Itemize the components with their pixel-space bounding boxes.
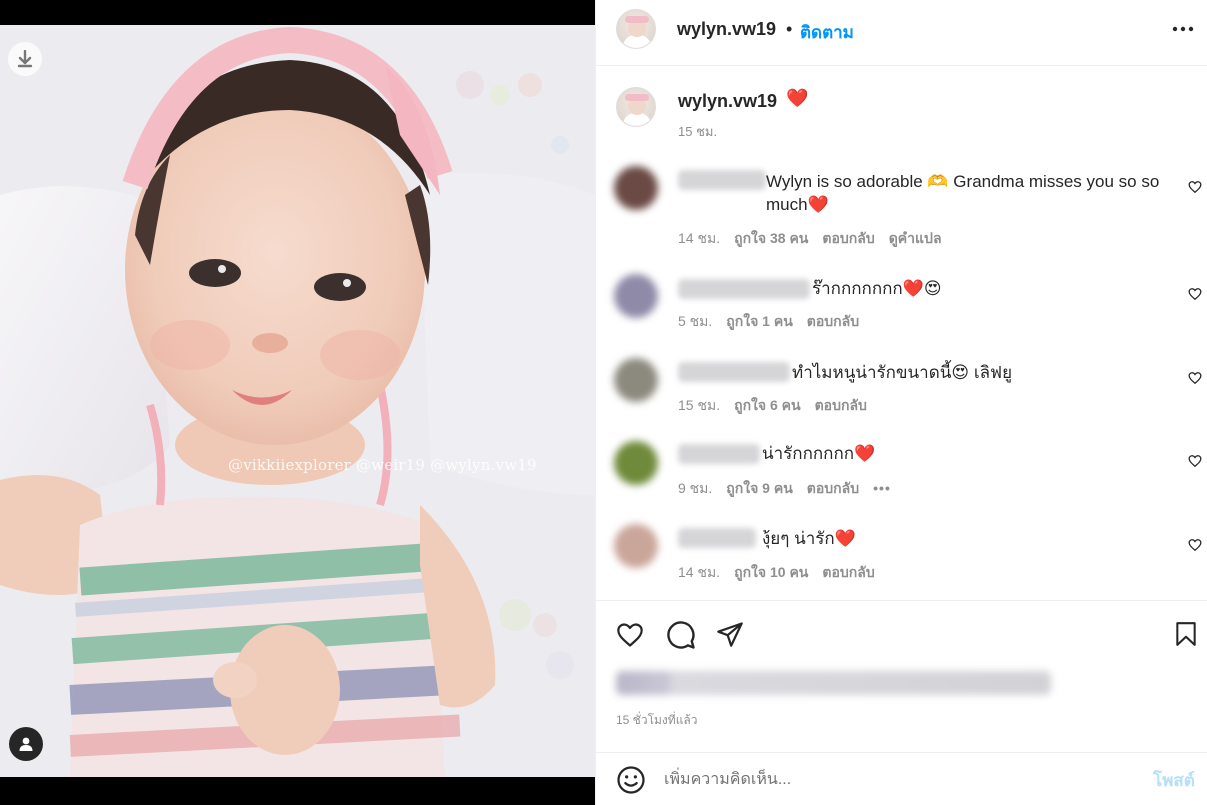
reply-button[interactable]: ตอบกลับ	[815, 397, 867, 413]
comment-like-heart-icon[interactable]	[1188, 538, 1202, 552]
comment-meta: 9 ชม. ถูกใจ 9 คน ตอบกลับ •••	[678, 478, 905, 500]
separator-dot: •	[786, 19, 793, 39]
comment-likes[interactable]: ถูกใจ 1 คน	[726, 313, 793, 329]
likes-summary-redacted[interactable]	[616, 671, 1051, 695]
comment-username-redacted[interactable]	[678, 444, 760, 464]
comment-username-redacted[interactable]	[678, 362, 790, 382]
comment-like-heart-icon[interactable]	[1188, 371, 1202, 385]
heart-icon[interactable]	[615, 621, 645, 649]
tagged-users-button[interactable]	[9, 727, 43, 761]
comment-meta: 15 ชม. ถูกใจ 6 คน ตอบกลับ	[678, 395, 881, 417]
comment-avatar[interactable]	[614, 524, 658, 568]
reply-button[interactable]: ตอบกลับ	[822, 230, 874, 246]
caption-author-avatar[interactable]	[616, 87, 656, 127]
comment-like-heart-icon[interactable]	[1188, 454, 1202, 468]
comment-likes[interactable]: ถูกใจ 6 คน	[734, 397, 801, 413]
comment-time: 14 ชม.	[678, 230, 721, 246]
comment-more-options[interactable]: •••	[873, 480, 891, 496]
comment-username-redacted[interactable]	[678, 170, 766, 190]
post-actions: 15 ชั่วโมงที่แล้ว	[596, 600, 1207, 750]
photo-watermark: @vikkiiexplorer @weir19 @wylyn.vw19	[228, 456, 537, 474]
comment-likes[interactable]: ถูกใจ 38 คน	[734, 230, 808, 246]
share-icon[interactable]	[716, 620, 744, 648]
translate-button[interactable]: ดูคำแปล	[889, 230, 942, 246]
emoji-icon[interactable]	[616, 765, 646, 795]
comment-meta: 5 ชม. ถูกใจ 1 คน ตอบกลับ	[678, 311, 873, 333]
comment-username-redacted[interactable]	[678, 279, 810, 299]
download-button[interactable]	[8, 42, 42, 76]
post-comment-button[interactable]: โพสต์	[1153, 767, 1195, 794]
comment-likes[interactable]: ถูกใจ 10 คน	[734, 564, 808, 580]
post-side-panel: wylyn.vw19 • ติดตาม wylyn.vw19 ❤️ 15 ชม.…	[595, 0, 1207, 805]
comment-likes[interactable]: ถูกใจ 9 คน	[726, 480, 793, 496]
comment-meta: 14 ชม. ถูกใจ 38 คน ตอบกลับ ดูคำแปล	[678, 228, 956, 250]
author-username[interactable]: wylyn.vw19	[677, 19, 776, 40]
bookmark-icon[interactable]	[1173, 620, 1199, 648]
comment-avatar[interactable]	[614, 166, 658, 210]
comment-like-heart-icon[interactable]	[1188, 287, 1202, 301]
comment-time: 5 ชม.	[678, 313, 713, 329]
user-tag-icon	[19, 737, 33, 751]
comment-input[interactable]	[664, 766, 1134, 794]
comment-avatar[interactable]	[614, 358, 658, 402]
comment-text: งุ้ยๆ น่ารัก❤️	[762, 529, 856, 548]
reply-button[interactable]: ตอบกลับ	[807, 313, 859, 329]
post-header: wylyn.vw19 • ติดตาม	[596, 0, 1207, 66]
follow-button[interactable]: ติดตาม	[800, 19, 854, 46]
download-icon	[17, 50, 33, 68]
comment-username-redacted[interactable]	[678, 528, 756, 548]
comment-time: 14 ชม.	[678, 564, 721, 580]
comment-avatar[interactable]	[614, 274, 658, 318]
post-media: @vikkiiexplorer @weir19 @wylyn.vw19	[0, 0, 595, 805]
reply-button[interactable]: ตอบกลับ	[807, 480, 859, 496]
comments-list[interactable]: wylyn.vw19 ❤️ 15 ชม. Wylyn is so adorabl…	[596, 66, 1207, 600]
post-photo[interactable]: @vikkiiexplorer @weir19 @wylyn.vw19	[0, 25, 595, 777]
comment-text: Wylyn is so adorable 🫶 Grandma misses yo…	[766, 172, 1160, 214]
caption-time: 15 ชม.	[678, 124, 718, 139]
caption-emoji: ❤️	[786, 88, 809, 108]
comment-time: 9 ชม.	[678, 480, 713, 496]
comment-text: น่ารักกกกกก❤️	[762, 444, 876, 463]
comment-meta: 14 ชม. ถูกใจ 10 คน ตอบกลับ	[678, 562, 889, 584]
comment-composer: โพสต์	[596, 752, 1207, 805]
comment-like-heart-icon[interactable]	[1188, 180, 1202, 194]
comment-text: ทำไมหนูน่ารักขนาดนี้😍 เลิฟยู	[792, 363, 1013, 382]
comment-time: 15 ชม.	[678, 397, 721, 413]
caption-username[interactable]: wylyn.vw19	[678, 91, 777, 112]
post-timestamp: 15 ชั่วโมงที่แล้ว	[616, 713, 698, 727]
author-avatar[interactable]	[616, 9, 656, 49]
comment-avatar[interactable]	[614, 441, 658, 485]
baby-photo-illustration	[0, 25, 595, 777]
comment-icon[interactable]	[666, 620, 696, 650]
reply-button[interactable]: ตอบกลับ	[822, 564, 874, 580]
more-options-icon[interactable]	[1172, 22, 1194, 36]
comment-text: ร๊ากกกกกกก❤️😍	[812, 279, 942, 298]
